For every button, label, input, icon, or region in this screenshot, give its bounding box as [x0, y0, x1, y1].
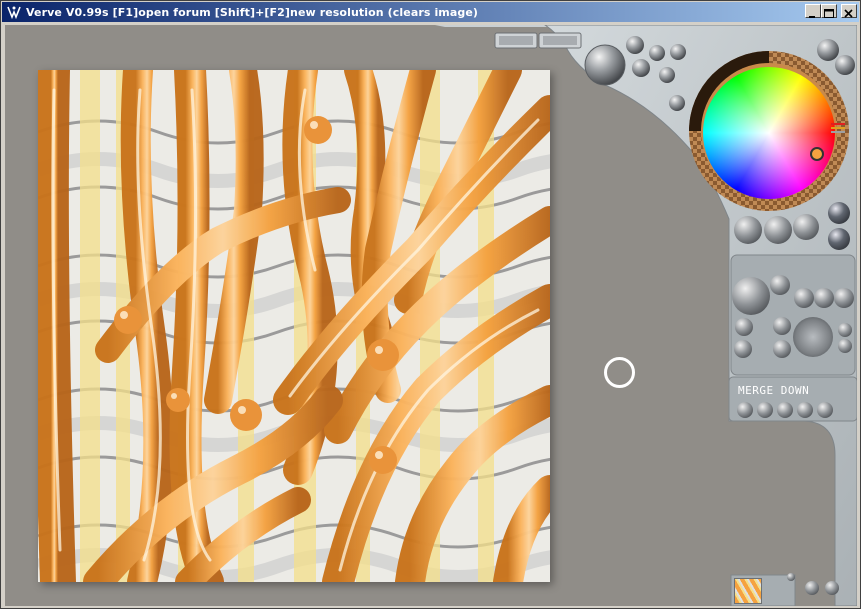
merge-down-button-3[interactable] — [777, 402, 793, 418]
window-title: Verve V0.99s [F1]open forum [Shift]+[F2]… — [26, 5, 479, 19]
merge-down-button-1[interactable] — [737, 402, 753, 418]
merge-down-label: MERGE DOWN — [738, 384, 810, 397]
layer-knob-2[interactable] — [794, 288, 814, 308]
title-bar[interactable]: Verve V0.99s [F1]open forum [Shift]+[F2]… — [2, 2, 859, 22]
brush-flow-knob[interactable] — [793, 214, 819, 240]
close-icon — [844, 9, 853, 18]
brush-size-knob[interactable] — [734, 216, 762, 244]
layer-knob-3[interactable] — [814, 288, 834, 308]
app-window: Verve V0.99s [F1]open forum [Shift]+[F2]… — [0, 0, 861, 609]
dark-knob-2[interactable] — [828, 228, 850, 250]
minimize-button[interactable] — [805, 4, 821, 18]
merge-down-button-5[interactable] — [817, 402, 833, 418]
layer-knob-10[interactable] — [838, 339, 852, 353]
layer-knob-8[interactable] — [773, 340, 791, 358]
thumbnail-button-2[interactable] — [825, 581, 839, 595]
color-marker-lines — [831, 123, 845, 135]
layer-knob-7[interactable] — [734, 340, 752, 358]
maximize-icon — [824, 9, 834, 18]
minimize-icon — [809, 16, 815, 18]
layer-thumbnail[interactable] — [734, 578, 762, 604]
layer-knob-1[interactable] — [770, 275, 790, 295]
thumbnail-button-1[interactable] — [805, 581, 819, 595]
layer-knob-5[interactable] — [735, 318, 753, 336]
brush-preview — [793, 317, 833, 357]
layer-knob-9[interactable] — [838, 323, 852, 337]
color-picker-marker[interactable] — [810, 147, 824, 161]
app-icon[interactable] — [6, 4, 22, 20]
layer-knob-4[interactable] — [834, 288, 854, 308]
close-button[interactable] — [841, 4, 857, 18]
thumbnail-scroll-knob[interactable] — [787, 573, 795, 581]
color-wheel[interactable] — [703, 67, 835, 199]
brush-opacity-knob[interactable] — [764, 216, 792, 244]
workspace[interactable]: MERGE DOWN — [5, 25, 857, 606]
dark-knob-1[interactable] — [828, 202, 850, 224]
merge-down-button-2[interactable] — [757, 402, 773, 418]
maximize-button[interactable] — [821, 4, 837, 18]
layer-knob-6[interactable] — [773, 317, 791, 335]
layer-knob-large[interactable] — [732, 277, 770, 315]
merge-down-button-4[interactable] — [797, 402, 813, 418]
